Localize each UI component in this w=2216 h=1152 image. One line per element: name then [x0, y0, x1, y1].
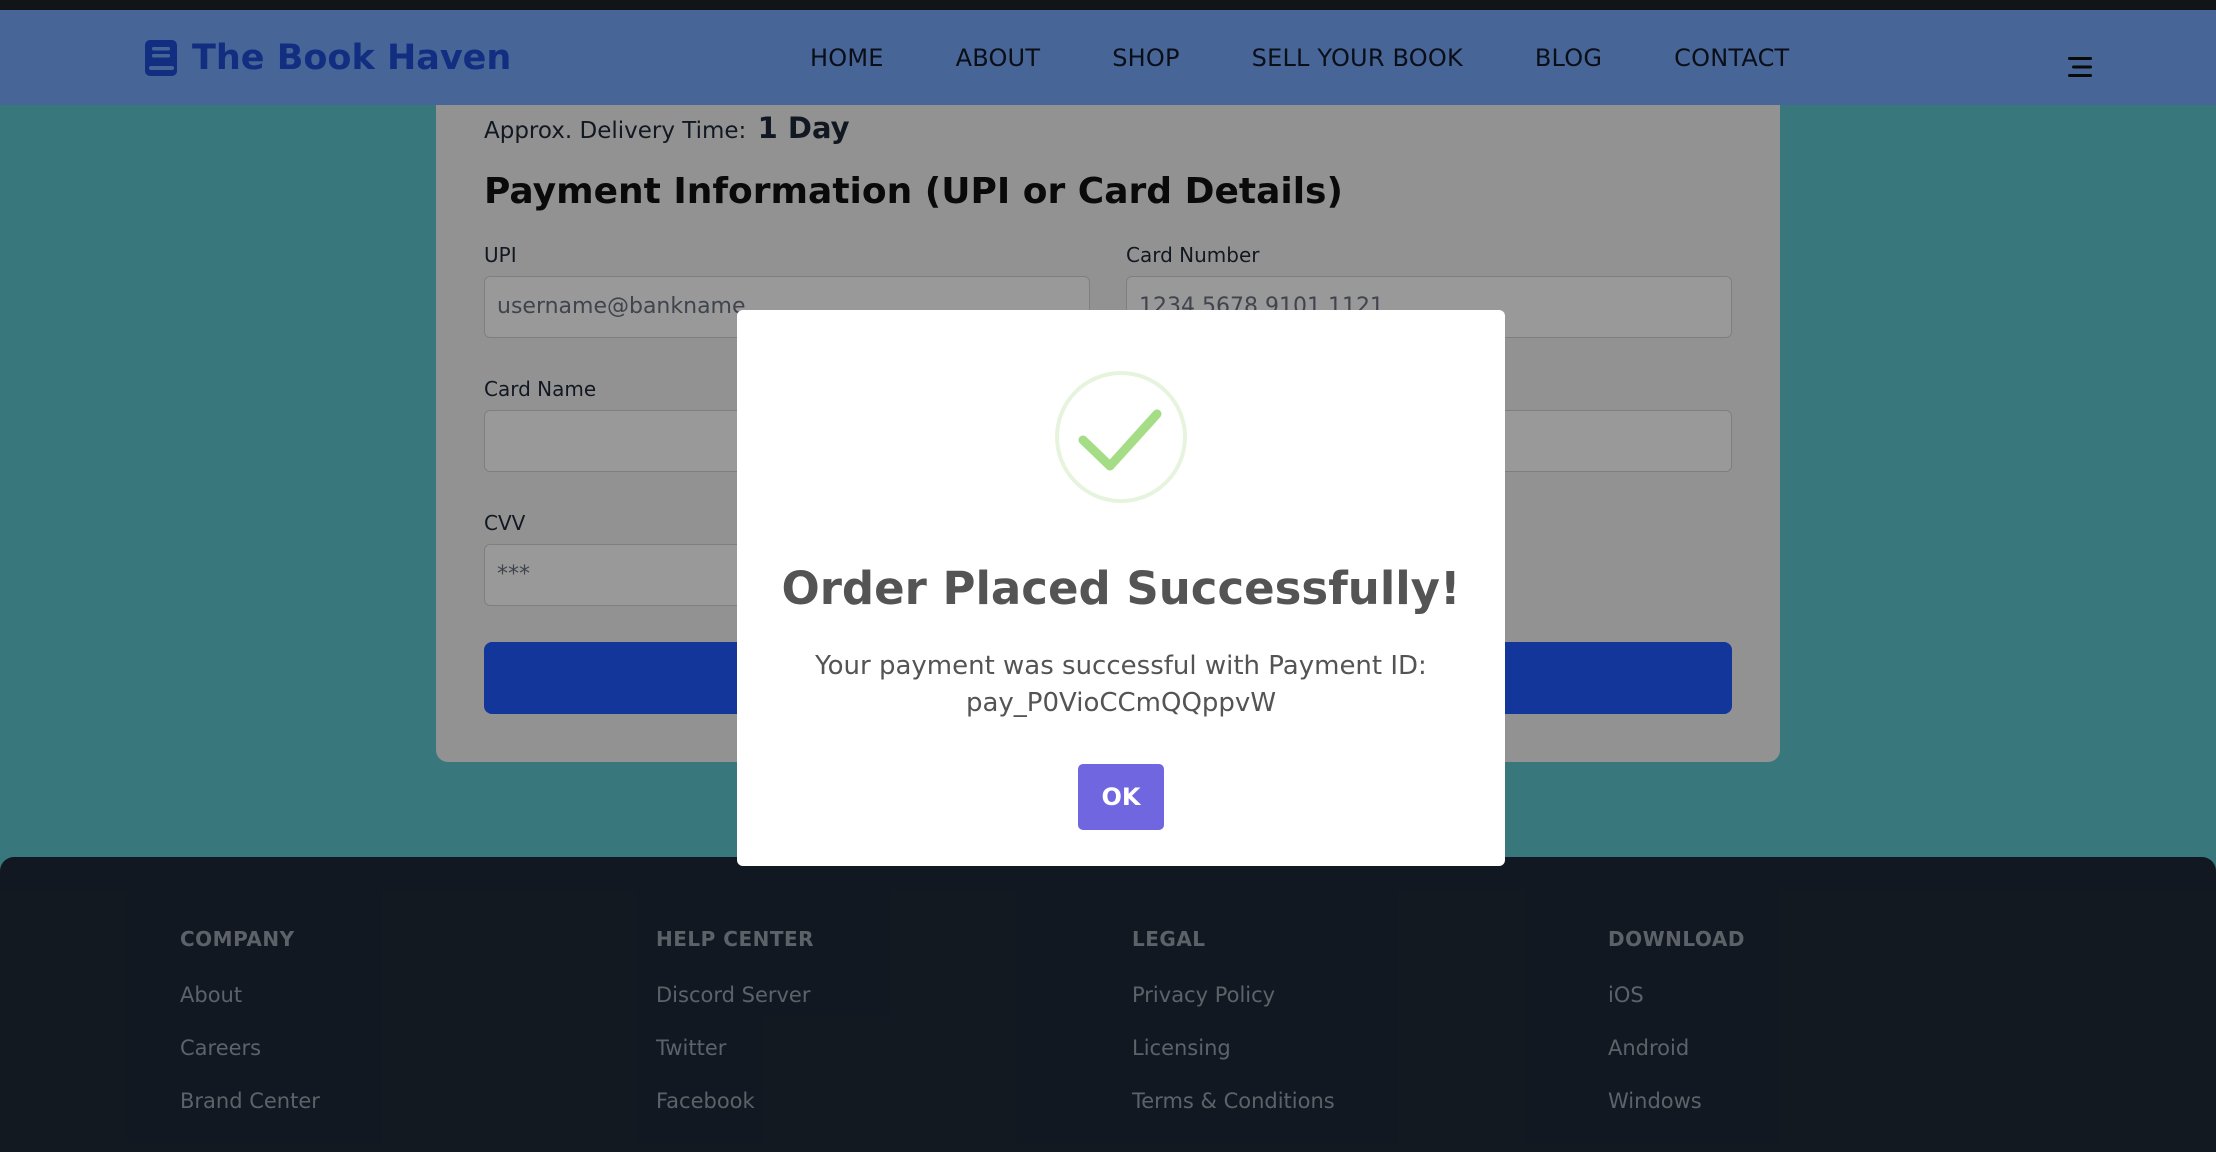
modal-message-line: Your payment was successful with Payment… [815, 651, 1427, 681]
payment-id: pay_P0VioCCmQQppvW [965, 688, 1277, 718]
modal-title: Order Placed Successfully! [781, 562, 1461, 615]
ok-button[interactable]: OK [1078, 764, 1164, 830]
success-check-icon [1055, 371, 1187, 503]
modal-message: Your payment was successful with Payment… [797, 648, 1445, 722]
success-modal: Order Placed Successfully! Your payment … [737, 310, 1505, 866]
